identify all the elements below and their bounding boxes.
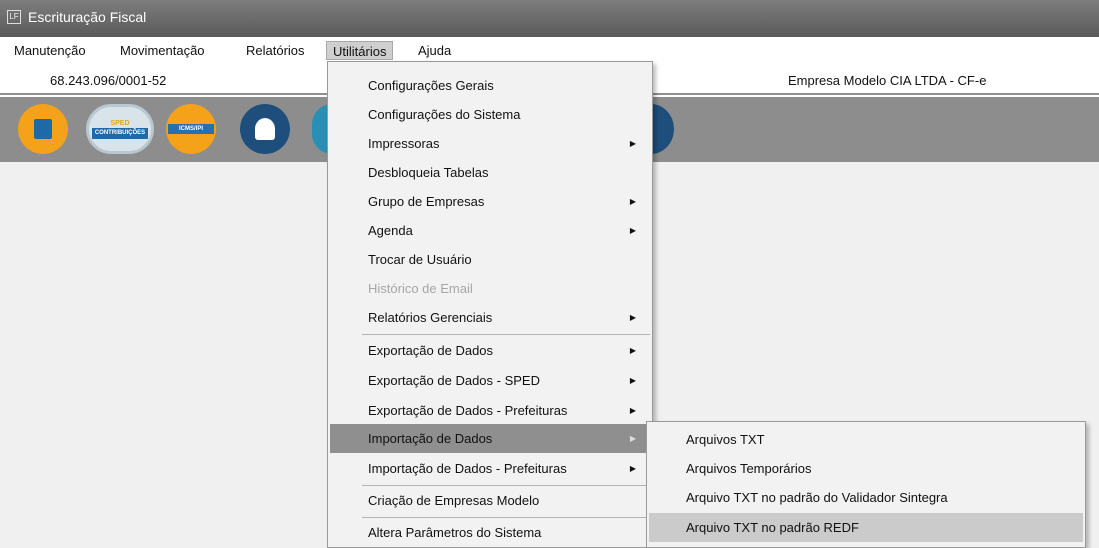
submenu-arrow-icon: ▶ — [629, 376, 636, 385]
cnpj-label: 68.243.096/0001-52 — [50, 73, 167, 88]
submenu-arrow-icon: ▶ — [629, 139, 636, 148]
submenu-item-arquivos-temporarios[interactable]: Arquivos Temporários — [649, 454, 1083, 483]
submenu-arrow-icon: ▶ — [629, 346, 636, 355]
sped-contribuicoes-button[interactable]: SPED CONTRIBUIÇÕES — [86, 104, 154, 154]
menu-item-altera-parametros[interactable]: Altera Parâmetros do Sistema — [330, 518, 650, 547]
utilitarios-dropdown: Configurações Gerais Configurações do Si… — [327, 61, 653, 548]
menu-item-criacao-empresas-modelo[interactable]: Criação de Empresas Modelo — [330, 486, 650, 515]
submenu-arrow-icon: ▶ — [629, 464, 636, 473]
submenu-arrow-icon: ▶ — [629, 226, 636, 235]
submenu-item-txt-redf[interactable]: Arquivo TXT no padrão REDF — [649, 513, 1083, 542]
menu-item-trocar-usuario[interactable]: Trocar de Usuário — [330, 245, 650, 274]
company-building-button[interactable] — [18, 104, 68, 154]
xml-download-button[interactable] — [240, 104, 290, 154]
menu-item-impressoras[interactable]: Impressoras ▶ — [330, 129, 650, 158]
menu-item-configuracoes-sistema[interactable]: Configurações do Sistema — [330, 100, 650, 129]
menu-item-grupo-empresas[interactable]: Grupo de Empresas ▶ — [330, 187, 650, 216]
menu-item-exportacao-dados[interactable]: Exportação de Dados ▶ — [330, 336, 650, 365]
menu-item-importacao-dados-prefeituras[interactable]: Importação de Dados - Prefeituras ▶ — [330, 454, 650, 483]
menu-separator — [362, 334, 650, 335]
app-logo-icon: LF — [7, 10, 21, 24]
sped-label: SPED — [110, 120, 130, 127]
menu-item-exportacao-dados-sped[interactable]: Exportação de Dados - SPED ▶ — [330, 366, 650, 395]
submenu-arrow-icon: ▶ — [629, 313, 636, 322]
icms-ipi-button[interactable]: ICMS/IPI — [166, 104, 216, 154]
company-name-label: Empresa Modelo CIA LTDA - CF-e — [788, 73, 987, 88]
submenu-item-txt-sintegra[interactable]: Arquivo TXT no padrão do Validador Sinte… — [649, 483, 1083, 512]
menu-manutencao[interactable]: Manutenção — [8, 41, 92, 60]
importacao-submenu: Arquivos TXT Arquivos Temporários Arquiv… — [646, 421, 1086, 548]
menu-utilitarios[interactable]: Utilitários — [326, 41, 394, 60]
menu-movimentacao[interactable]: Movimentação — [114, 41, 211, 60]
window-title: Escrituração Fiscal — [28, 9, 147, 25]
menu-item-agenda[interactable]: Agenda ▶ — [330, 216, 650, 245]
menu-bar: Manutenção Movimentação Relatórios Utili… — [0, 37, 1099, 61]
sped-sub-label: CONTRIBUIÇÕES — [91, 128, 149, 139]
menu-ajuda[interactable]: Ajuda — [412, 41, 457, 60]
menu-item-historico-email: Histórico de Email — [368, 281, 473, 296]
menu-item-desbloqueia-tabelas[interactable]: Desbloqueia Tabelas — [330, 158, 650, 187]
icms-ipi-label: ICMS/IPI — [168, 124, 214, 134]
submenu-arrow-icon: ▶ — [629, 406, 636, 415]
submenu-arrow-icon: ▶ — [629, 434, 636, 443]
building-icon — [34, 119, 52, 139]
cloud-download-icon — [255, 118, 275, 140]
menu-item-exportacao-dados-prefeituras[interactable]: Exportação de Dados - Prefeituras ▶ — [330, 396, 650, 425]
menu-item-importacao-dados[interactable]: Importação de Dados ▶ — [330, 424, 650, 453]
submenu-arrow-icon: ▶ — [629, 197, 636, 206]
title-bar: LF Escrituração Fiscal — [0, 0, 1099, 37]
submenu-item-arquivos-txt[interactable]: Arquivos TXT — [649, 425, 1083, 454]
menu-item-relatorios-gerenciais[interactable]: Relatórios Gerenciais ▶ — [330, 303, 650, 332]
menu-item-configuracoes-gerais[interactable]: Configurações Gerais — [330, 71, 650, 100]
menu-relatorios[interactable]: Relatórios — [240, 41, 311, 60]
